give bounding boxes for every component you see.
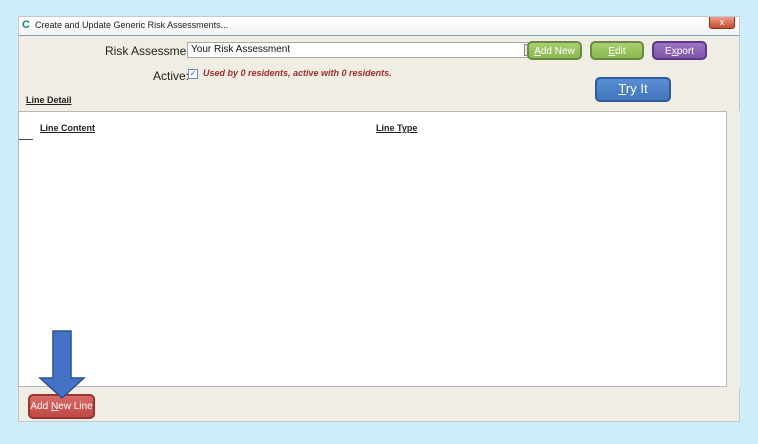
active-label: Active:	[153, 69, 190, 83]
title-bar: C Create and Update Generic Risk Assessm…	[19, 17, 739, 36]
checkmark-icon: ✓	[189, 69, 197, 78]
try-it-button[interactable]: Try It	[595, 77, 671, 102]
risk-assessment-label: Risk Assessment:	[105, 44, 200, 58]
active-checkbox[interactable]: ✓	[188, 69, 198, 79]
line-list-panel[interactable]: Line Content Line Type	[18, 111, 727, 387]
line-detail-heading: Line Detail	[26, 95, 72, 105]
close-button[interactable]: x	[709, 17, 735, 29]
add-new-button[interactable]: Add New	[527, 41, 582, 60]
down-arrow-icon	[38, 330, 86, 400]
column-header-line-type[interactable]: Line Type	[376, 123, 417, 133]
window-title: Create and Update Generic Risk Assessmen…	[35, 20, 229, 30]
usage-text: Used by 0 residents, active with 0 resid…	[203, 68, 392, 78]
risk-assessment-select[interactable]: Your Risk Assessment ▼	[187, 42, 537, 58]
edit-button[interactable]: Edit	[590, 41, 644, 60]
export-button[interactable]: Export	[652, 41, 707, 60]
row-indicator	[19, 139, 33, 140]
risk-assessment-value: Your Risk Assessment	[191, 44, 291, 55]
right-edge-strip	[728, 111, 740, 389]
app-logo-icon: C	[22, 19, 30, 31]
column-header-line-content[interactable]: Line Content	[40, 123, 95, 133]
